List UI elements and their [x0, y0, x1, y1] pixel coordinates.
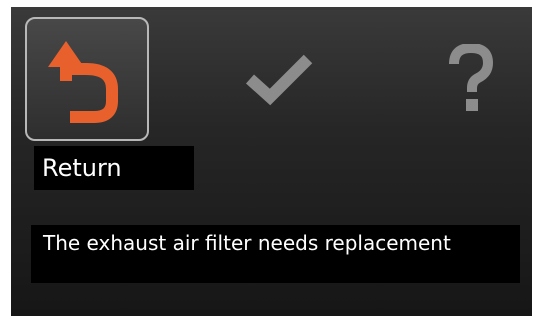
- confirm-button[interactable]: [217, 17, 341, 141]
- selected-item-label: Return: [34, 146, 194, 190]
- help-button[interactable]: [409, 17, 532, 141]
- return-arrow-icon: [48, 41, 118, 123]
- return-button[interactable]: [25, 17, 149, 141]
- question-mark-icon: [449, 44, 493, 111]
- status-message: The exhaust air filter needs replacement: [31, 225, 520, 283]
- device-display: Return The exhaust air filter needs repl…: [11, 7, 532, 316]
- checkmark-icon: [245, 54, 313, 106]
